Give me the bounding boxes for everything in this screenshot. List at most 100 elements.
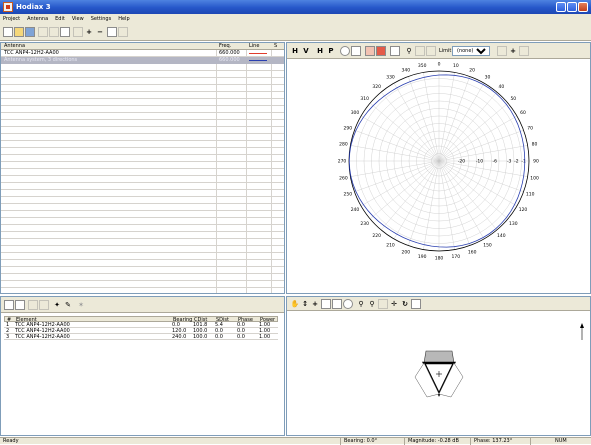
polar-icon[interactable] — [340, 46, 350, 56]
angle-label: 240 — [351, 207, 360, 213]
up-icon[interactable] — [28, 300, 38, 310]
angle-label: 80 — [532, 142, 538, 148]
remove-icon[interactable]: − — [95, 27, 105, 37]
element-table: # Element Bearing CDist SDist Phase Powe… — [4, 316, 278, 340]
color-icon[interactable] — [365, 46, 375, 56]
header-line[interactable]: Line — [249, 43, 259, 50]
plus-icon[interactable]: + — [508, 46, 518, 56]
globe-icon[interactable] — [343, 299, 353, 309]
pen-icon[interactable] — [497, 46, 507, 56]
limit-select[interactable]: (none) — [452, 46, 490, 56]
pencil-icon[interactable]: ✎ — [63, 300, 73, 310]
angle-label: 300 — [351, 110, 360, 116]
forward-icon[interactable] — [426, 46, 436, 56]
zoom-out-icon[interactable]: ⚲ — [367, 299, 377, 309]
open-folder-icon[interactable] — [14, 27, 24, 37]
checkbox-icon[interactable] — [107, 27, 117, 37]
angle-label: 220 — [372, 233, 381, 239]
line-swatch-blue — [249, 60, 267, 61]
add-icon[interactable]: + — [84, 27, 94, 37]
element-toolbar: ✦ ✎ ✶ — [1, 297, 284, 313]
angle-label: 250 — [344, 192, 353, 198]
marker-icon[interactable] — [376, 46, 386, 56]
antenna-geometry-view[interactable] — [287, 311, 590, 435]
radiation-toolbar: H V H P ⚲ Limit (none) + — [287, 43, 590, 59]
minimize-button[interactable] — [556, 2, 566, 12]
angle-label: 90 — [533, 159, 539, 165]
radiation-pattern-pane: H V H P ⚲ Limit (none) + 0 10 20 30 40 50 60 70… — [286, 42, 591, 294]
geometry-toolbar: ✋ ↕ + ⚲ ⚲ ✛ ↻ — [287, 297, 590, 311]
grid-icon[interactable] — [351, 46, 361, 56]
angle-label: 200 — [402, 250, 411, 256]
horizontal-pattern-icon[interactable]: H — [290, 46, 300, 56]
menu-help[interactable]: Help — [118, 14, 129, 24]
close-button[interactable] — [578, 2, 588, 12]
angle-label: 290 — [344, 125, 353, 131]
crosshair-icon[interactable]: + — [310, 299, 320, 309]
app-icon — [3, 2, 13, 12]
menu-settings[interactable]: Settings — [91, 14, 112, 24]
menu-view[interactable]: View — [72, 14, 84, 24]
angle-label: 210 — [386, 243, 395, 249]
window-icon[interactable] — [390, 46, 400, 56]
angle-label: 270 — [338, 159, 347, 165]
limit-label: Limit — [439, 48, 452, 54]
save-icon[interactable] — [25, 27, 35, 37]
angle-label: 110 — [526, 192, 535, 198]
menu-edit[interactable]: Edit — [55, 14, 65, 24]
angle-label: 40 — [498, 84, 504, 90]
refresh-icon[interactable]: ↻ — [400, 299, 410, 309]
back-icon[interactable] — [415, 46, 425, 56]
menu-antenna[interactable]: Antenna — [27, 14, 48, 24]
radial-label: -20 — [458, 159, 465, 165]
paste-icon[interactable] — [60, 27, 70, 37]
vertical-pattern-icon[interactable]: V — [301, 46, 311, 56]
rotate-icon[interactable] — [378, 299, 388, 309]
menu-project[interactable]: Project — [3, 14, 20, 24]
remove-element-icon[interactable] — [15, 300, 25, 310]
minus-icon[interactable] — [519, 46, 529, 56]
radial-label: -3 — [507, 159, 512, 165]
cut-icon[interactable] — [38, 27, 48, 37]
magic-wand-icon[interactable]: ✦ — [52, 300, 62, 310]
angle-label: 230 — [360, 221, 369, 227]
header-s[interactable]: S — [274, 43, 277, 50]
polar-plot[interactable]: 0 10 20 30 40 50 60 70 80 90 100 110 120 130140 150 160… — [287, 59, 590, 293]
header-freq[interactable]: Freq. — [219, 43, 231, 50]
table-row[interactable]: 3 TCC ANP4-12H2-AA00 240.0 100.0 0.0 0.0… — [4, 334, 278, 340]
down-icon[interactable] — [39, 300, 49, 310]
antenna-row-selected[interactable]: Antenna system, 3 directions 660.000 — [1, 57, 284, 64]
fit-icon[interactable] — [411, 299, 421, 309]
angle-label: 310 — [360, 96, 369, 102]
pan-icon[interactable]: ✛ — [389, 299, 399, 309]
select-tool-icon[interactable]: ✋ — [290, 299, 300, 309]
antenna-row[interactable]: TCC ANP4-12H2-AA00 660.000 — [1, 50, 284, 57]
new-file-icon[interactable] — [3, 27, 13, 37]
north-arrow-icon — [580, 323, 584, 340]
angle-label: 140 — [497, 233, 506, 239]
zoom-icon[interactable]: ⚲ — [404, 46, 414, 56]
menu-bar: Project Antenna Edit View Settings Help — [0, 14, 591, 24]
edit-icon[interactable] — [118, 27, 128, 37]
antenna-grid: Antenna Freq. Line S TCC ANP4-12H2-AA00 … — [1, 43, 284, 293]
h-pattern-icon[interactable]: H — [315, 46, 325, 56]
title-bar: Hodiax 3 — [0, 0, 591, 14]
header-antenna[interactable]: Antenna — [4, 43, 25, 50]
radial-label: -1 — [521, 159, 526, 165]
frame-icon[interactable] — [332, 299, 342, 309]
maximize-button[interactable] — [567, 2, 577, 12]
copy-icon[interactable] — [49, 27, 59, 37]
wand-icon[interactable]: ✶ — [76, 300, 86, 310]
zoom-in-icon[interactable]: ⚲ — [356, 299, 366, 309]
copy-view-icon[interactable] — [321, 299, 331, 309]
add-element-icon[interactable] — [4, 300, 14, 310]
properties-icon[interactable] — [73, 27, 83, 37]
window-title: Hodiax 3 — [16, 3, 51, 11]
move-tool-icon[interactable]: ↕ — [300, 299, 310, 309]
angle-label: 340 — [402, 67, 411, 73]
radial-label: -2 — [514, 159, 519, 165]
angle-label: 330 — [386, 74, 395, 80]
p-pattern-icon[interactable]: P — [326, 46, 336, 56]
angle-label: 70 — [527, 125, 533, 131]
angle-label: 10 — [453, 63, 459, 69]
